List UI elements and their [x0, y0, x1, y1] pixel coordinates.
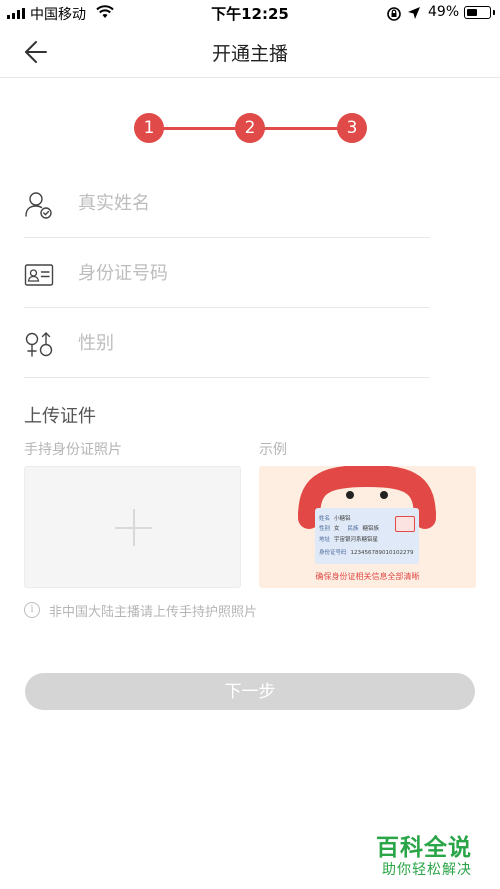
upload-photo-button[interactable]	[24, 466, 241, 588]
step-3: 3	[337, 113, 367, 143]
page-title: 开通主播	[211, 43, 288, 65]
battery-cap	[493, 10, 495, 15]
rotation-lock-icon	[387, 7, 401, 21]
id-card-icon	[24, 264, 54, 286]
battery-icon	[464, 6, 491, 19]
real-name-input[interactable]	[78, 186, 418, 220]
gender-icon	[25, 332, 53, 357]
example-id-card: 姓名 小糖铝 性别女民族 糖铝族 地址 宇宙银河系糖铝星 身份证号码 123456789…	[315, 508, 419, 564]
step-connector-1-2	[162, 126, 236, 130]
user-verified-icon	[25, 192, 52, 219]
watermark-title: 百科全说	[376, 835, 472, 861]
plus-icon-vertical	[132, 509, 135, 546]
step-2: 2	[235, 113, 265, 143]
info-icon: i	[24, 602, 40, 618]
example-image: 姓名 小糖铝 性别女民族 糖铝族 地址 宇宙银河系糖铝星 身份证号码 123456789…	[259, 466, 476, 588]
battery-percentage: 49%	[428, 4, 460, 20]
step-connector-2-3	[264, 126, 340, 130]
next-step-button[interactable]: 下一步	[25, 673, 475, 710]
progress-stepper: 1 2 3	[134, 113, 367, 143]
battery-fill	[466, 8, 477, 16]
handheld-photo-label: 手持身份证照片	[24, 442, 122, 458]
id-card-stamp-icon	[395, 516, 415, 532]
status-bar: 中国移动 下午12:25 49%	[0, 0, 500, 26]
example-caption: 确保身份证相关信息全部清晰	[315, 572, 420, 581]
notice-text: 非中国大陆主播请上传手持护照照片	[49, 605, 258, 620]
watermark-subtitle: 助你轻松解决	[382, 862, 472, 878]
upload-section-title: 上传证件	[24, 406, 96, 427]
id-number-input[interactable]	[78, 256, 418, 290]
location-arrow-icon	[408, 7, 420, 19]
nav-bar: 开通主播	[0, 26, 500, 78]
gender-select[interactable]	[78, 326, 418, 360]
gender-field-row[interactable]	[24, 308, 430, 378]
example-label: 示例	[259, 442, 287, 458]
step-1: 1	[134, 113, 164, 143]
clock: 下午12:25	[211, 5, 289, 23]
id-field-row	[24, 238, 430, 308]
name-field-row	[24, 168, 430, 238]
